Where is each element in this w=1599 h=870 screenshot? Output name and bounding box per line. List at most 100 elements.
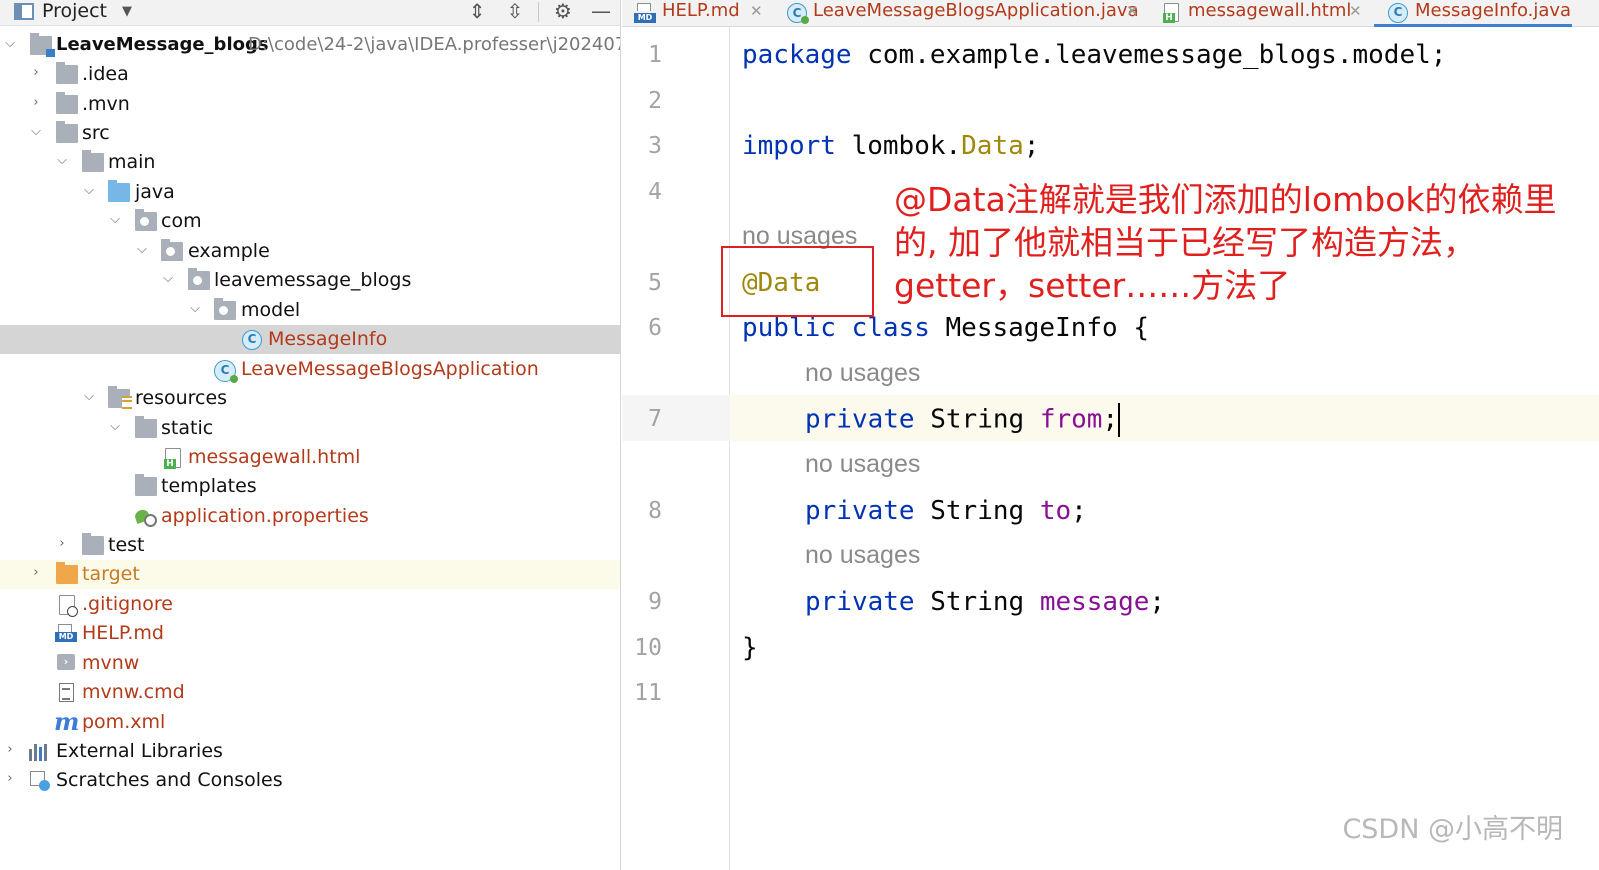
gear-icon[interactable]: ⚙ <box>550 0 576 24</box>
code-text: ; <box>1023 131 1040 161</box>
tab-messageinfo-java[interactable]: C MessageInfo.java <box>1374 0 1572 27</box>
tree-item-java[interactable]: ⌵ java <box>0 178 620 207</box>
keyword: class <box>851 313 930 343</box>
line-number: 11 <box>634 680 662 706</box>
code-line-1[interactable]: package com.example.leavemessage_blogs.m… <box>742 39 1446 71</box>
close-icon[interactable]: ✕ <box>1349 2 1362 20</box>
keyword: public <box>742 313 836 343</box>
package-icon <box>188 268 210 290</box>
tree-item-main[interactable]: ⌵ main <box>0 148 620 177</box>
tab-application-java[interactable]: C LeaveMessageBlogsApplication.java ✕ <box>777 0 1145 27</box>
inlay-hint-usages[interactable]: no usages <box>805 450 920 479</box>
tree-item-idea[interactable]: › .idea <box>0 60 620 89</box>
chevron-down-icon[interactable]: ⌵ <box>55 154 69 168</box>
line-number: 8 <box>648 498 662 524</box>
tree-item-label: leavemessage_blogs <box>214 269 412 291</box>
tree-item-static[interactable]: ⌵ static <box>0 414 620 443</box>
code-text: String <box>914 404 1040 435</box>
code-line-8[interactable]: private String to; <box>805 495 1087 527</box>
tree-item-scratches[interactable]: › Scratches and Consoles <box>0 766 620 795</box>
chevron-right-icon[interactable]: › <box>3 743 17 757</box>
chevron-down-icon[interactable]: ⌵ <box>108 420 122 434</box>
tree-item-mvn[interactable]: › .mvn <box>0 90 620 119</box>
hide-panel-icon[interactable]: — <box>588 0 614 24</box>
tree-item-label: resources <box>135 387 228 409</box>
line-number: 9 <box>648 589 662 615</box>
chevron-right-icon[interactable]: › <box>55 537 69 551</box>
tree-item-label: mvnw <box>82 652 140 674</box>
tree-item-test[interactable]: › test <box>0 531 620 560</box>
chevron-down-icon[interactable]: ⌵ <box>135 243 149 257</box>
tree-item-target[interactable]: › target <box>0 560 620 589</box>
maven-icon: m <box>54 707 80 736</box>
tree-item-model[interactable]: ⌵ model <box>0 296 620 325</box>
tree-item-resources[interactable]: ⌵ resources <box>0 384 620 413</box>
editor-tab-bar: MD HELP.md ✕ C LeaveMessageBlogsApplicat… <box>622 0 1599 27</box>
tree-item-label: java <box>135 181 175 203</box>
folder-icon <box>56 62 78 84</box>
tree-item-application-properties[interactable]: application.properties <box>0 502 620 531</box>
keyword: import <box>742 131 836 161</box>
tree-item-label: templates <box>161 475 257 497</box>
package-icon <box>161 239 183 261</box>
expand-all-icon[interactable]: ⇕ <box>464 0 490 24</box>
tree-item-label: Scratches and Consoles <box>56 769 283 791</box>
chevron-right-icon[interactable]: › <box>29 66 43 80</box>
inlay-hint-usages[interactable]: no usages <box>805 359 920 388</box>
tree-item-help-md[interactable]: MD HELP.md <box>0 619 620 648</box>
chevron-down-icon[interactable]: ⌵ <box>29 125 43 139</box>
chevron-down-icon[interactable]: ▼ <box>122 4 132 19</box>
annotation-class: Data <box>961 131 1024 161</box>
tree-item-label: .idea <box>82 63 129 85</box>
tab-help-md[interactable]: MD HELP.md ✕ <box>622 0 777 27</box>
folder-icon <box>56 92 78 114</box>
tree-item-example[interactable]: ⌵ example <box>0 237 620 266</box>
library-icon <box>29 742 51 761</box>
code-line-3[interactable]: import lombok.Data; <box>742 130 1039 162</box>
chevron-right-icon[interactable]: › <box>29 566 43 580</box>
collapse-all-icon[interactable]: ⇳ <box>502 0 528 24</box>
chevron-down-icon[interactable]: ⌵ <box>82 390 96 404</box>
code-text: ; <box>1149 587 1166 617</box>
tree-item-src[interactable]: ⌵ src <box>0 119 620 148</box>
chevron-down-icon[interactable]: ⌵ <box>108 213 122 227</box>
tree-item-mvnw[interactable]: › mvnw <box>0 649 620 678</box>
inlay-hint-usages[interactable]: no usages <box>805 541 920 570</box>
tree-item-label: mvnw.cmd <box>82 681 185 703</box>
tree-item-mvnw-cmd[interactable]: mvnw.cmd <box>0 678 620 707</box>
tab-messagewall-html[interactable]: messagewall.html ✕ <box>1152 0 1369 27</box>
chevron-down-icon[interactable]: ⌵ <box>82 184 96 198</box>
tree-item-messageinfo[interactable]: C MessageInfo <box>0 325 620 354</box>
code-line-10[interactable]: } <box>742 632 758 664</box>
java-class-icon: C <box>1388 3 1408 23</box>
folder-icon <box>135 474 157 496</box>
tree-item-messagewall[interactable]: messagewall.html <box>0 443 620 472</box>
tree-item-application-class[interactable]: C LeaveMessageBlogsApplication <box>0 355 620 384</box>
highlight-box <box>721 246 874 317</box>
chevron-down-icon[interactable]: ⌵ <box>161 272 175 286</box>
tree-item-gitignore[interactable]: .gitignore <box>0 590 620 619</box>
project-view-title[interactable]: Project <box>42 0 107 22</box>
tree-item-templates[interactable]: templates <box>0 472 620 501</box>
tree-item-external-libraries[interactable]: › External Libraries <box>0 737 620 766</box>
tree-item-pom-xml[interactable]: m pom.xml <box>0 707 620 737</box>
field-name: to <box>1039 496 1072 526</box>
chevron-down-icon[interactable]: ⌵ <box>188 302 202 316</box>
close-icon[interactable]: ✕ <box>1126 2 1139 20</box>
code-line-9[interactable]: private String message; <box>805 586 1165 618</box>
code-editor[interactable]: MD HELP.md ✕ C LeaveMessageBlogsApplicat… <box>622 0 1599 870</box>
tree-item-leavemessage-blogs[interactable]: ⌵ leavemessage_blogs <box>0 266 620 295</box>
chevron-right-icon[interactable]: › <box>29 96 43 110</box>
close-icon[interactable]: ✕ <box>750 2 763 20</box>
project-toolbar: Project ▼ ⇕ ⇳ ⚙ — <box>0 0 620 26</box>
tree-item-com[interactable]: ⌵ com <box>0 207 620 236</box>
line-number: 7 <box>648 406 662 432</box>
shell-script-icon: › <box>57 654 75 670</box>
code-line-7[interactable]: private String from; <box>805 403 1121 437</box>
text-caret <box>1118 403 1121 437</box>
chevron-right-icon[interactable]: › <box>3 772 17 786</box>
gitignore-file-icon <box>59 595 78 617</box>
tree-item-module[interactable]: ⌵ LeaveMessage_blogs D:\code\24-2\java\I… <box>0 31 620 60</box>
chevron-down-icon[interactable]: ⌵ <box>3 37 17 51</box>
tree-item-label: .gitignore <box>82 593 173 615</box>
